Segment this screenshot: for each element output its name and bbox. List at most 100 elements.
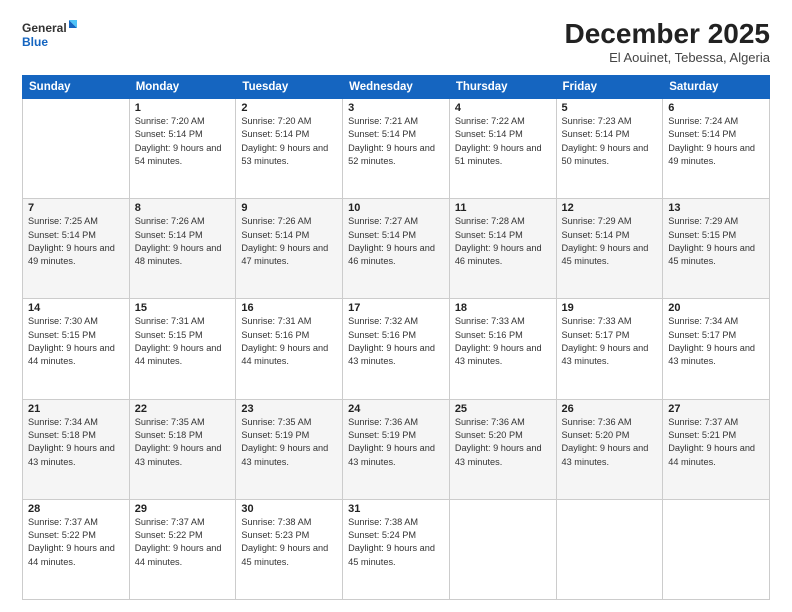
daylight-text: Daylight: 9 hours and 43 minutes. (135, 442, 231, 469)
daylight-text: Daylight: 9 hours and 43 minutes. (241, 442, 337, 469)
daylight-text: Daylight: 9 hours and 46 minutes. (455, 242, 551, 269)
cell-info: Sunrise: 7:31 AM Sunset: 5:15 PM Dayligh… (135, 315, 231, 368)
sunset-text: Sunset: 5:14 PM (668, 128, 764, 141)
table-row: 29 Sunrise: 7:37 AM Sunset: 5:22 PM Dayl… (129, 499, 236, 599)
sunrise-text: Sunrise: 7:26 AM (135, 215, 231, 228)
table-row (449, 499, 556, 599)
cell-info: Sunrise: 7:35 AM Sunset: 5:18 PM Dayligh… (135, 416, 231, 469)
daylight-text: Daylight: 9 hours and 49 minutes. (28, 242, 124, 269)
sunset-text: Sunset: 5:14 PM (455, 229, 551, 242)
sunset-text: Sunset: 5:16 PM (455, 329, 551, 342)
sunset-text: Sunset: 5:20 PM (455, 429, 551, 442)
col-saturday: Saturday (663, 76, 770, 99)
daylight-text: Daylight: 9 hours and 47 minutes. (241, 242, 337, 269)
day-number: 13 (668, 202, 764, 214)
day-number: 31 (348, 503, 444, 515)
table-row: 22 Sunrise: 7:35 AM Sunset: 5:18 PM Dayl… (129, 399, 236, 499)
day-number: 21 (28, 403, 124, 415)
sunset-text: Sunset: 5:14 PM (562, 229, 658, 242)
cell-info: Sunrise: 7:26 AM Sunset: 5:14 PM Dayligh… (241, 215, 337, 268)
svg-text:Blue: Blue (22, 35, 48, 49)
sunrise-text: Sunrise: 7:21 AM (348, 115, 444, 128)
day-number: 10 (348, 202, 444, 214)
table-row: 16 Sunrise: 7:31 AM Sunset: 5:16 PM Dayl… (236, 299, 343, 399)
cell-info: Sunrise: 7:25 AM Sunset: 5:14 PM Dayligh… (28, 215, 124, 268)
sunrise-text: Sunrise: 7:20 AM (135, 115, 231, 128)
calendar-table: Sunday Monday Tuesday Wednesday Thursday… (22, 75, 770, 600)
table-row: 3 Sunrise: 7:21 AM Sunset: 5:14 PM Dayli… (343, 99, 450, 199)
daylight-text: Daylight: 9 hours and 52 minutes. (348, 142, 444, 169)
sunrise-text: Sunrise: 7:35 AM (135, 416, 231, 429)
sunset-text: Sunset: 5:14 PM (135, 128, 231, 141)
table-row: 1 Sunrise: 7:20 AM Sunset: 5:14 PM Dayli… (129, 99, 236, 199)
day-number: 20 (668, 302, 764, 314)
cell-info: Sunrise: 7:37 AM Sunset: 5:22 PM Dayligh… (135, 516, 231, 569)
sunrise-text: Sunrise: 7:20 AM (241, 115, 337, 128)
calendar-week-row: 1 Sunrise: 7:20 AM Sunset: 5:14 PM Dayli… (23, 99, 770, 199)
cell-info: Sunrise: 7:24 AM Sunset: 5:14 PM Dayligh… (668, 115, 764, 168)
table-row: 5 Sunrise: 7:23 AM Sunset: 5:14 PM Dayli… (556, 99, 663, 199)
day-number: 26 (562, 403, 658, 415)
table-row: 23 Sunrise: 7:35 AM Sunset: 5:19 PM Dayl… (236, 399, 343, 499)
daylight-text: Daylight: 9 hours and 44 minutes. (135, 542, 231, 569)
table-row: 6 Sunrise: 7:24 AM Sunset: 5:14 PM Dayli… (663, 99, 770, 199)
daylight-text: Daylight: 9 hours and 43 minutes. (348, 442, 444, 469)
cell-info: Sunrise: 7:32 AM Sunset: 5:16 PM Dayligh… (348, 315, 444, 368)
sunrise-text: Sunrise: 7:24 AM (668, 115, 764, 128)
cell-info: Sunrise: 7:37 AM Sunset: 5:21 PM Dayligh… (668, 416, 764, 469)
sunset-text: Sunset: 5:14 PM (241, 128, 337, 141)
sunset-text: Sunset: 5:22 PM (135, 529, 231, 542)
sunset-text: Sunset: 5:14 PM (348, 229, 444, 242)
daylight-text: Daylight: 9 hours and 44 minutes. (28, 542, 124, 569)
calendar-week-row: 14 Sunrise: 7:30 AM Sunset: 5:15 PM Dayl… (23, 299, 770, 399)
sunset-text: Sunset: 5:21 PM (668, 429, 764, 442)
sunrise-text: Sunrise: 7:36 AM (455, 416, 551, 429)
table-row: 17 Sunrise: 7:32 AM Sunset: 5:16 PM Dayl… (343, 299, 450, 399)
day-number: 18 (455, 302, 551, 314)
title-block: December 2025 El Aouinet, Tebessa, Alger… (565, 18, 770, 65)
sunrise-text: Sunrise: 7:33 AM (455, 315, 551, 328)
sunset-text: Sunset: 5:14 PM (348, 128, 444, 141)
table-row: 4 Sunrise: 7:22 AM Sunset: 5:14 PM Dayli… (449, 99, 556, 199)
cell-info: Sunrise: 7:31 AM Sunset: 5:16 PM Dayligh… (241, 315, 337, 368)
table-row: 9 Sunrise: 7:26 AM Sunset: 5:14 PM Dayli… (236, 199, 343, 299)
daylight-text: Daylight: 9 hours and 48 minutes. (135, 242, 231, 269)
sunrise-text: Sunrise: 7:31 AM (241, 315, 337, 328)
day-number: 25 (455, 403, 551, 415)
sunset-text: Sunset: 5:19 PM (241, 429, 337, 442)
sunset-text: Sunset: 5:14 PM (28, 229, 124, 242)
table-row: 26 Sunrise: 7:36 AM Sunset: 5:20 PM Dayl… (556, 399, 663, 499)
sunrise-text: Sunrise: 7:36 AM (348, 416, 444, 429)
cell-info: Sunrise: 7:36 AM Sunset: 5:20 PM Dayligh… (562, 416, 658, 469)
sunset-text: Sunset: 5:19 PM (348, 429, 444, 442)
sunrise-text: Sunrise: 7:34 AM (28, 416, 124, 429)
daylight-text: Daylight: 9 hours and 53 minutes. (241, 142, 337, 169)
daylight-text: Daylight: 9 hours and 43 minutes. (455, 442, 551, 469)
sunset-text: Sunset: 5:14 PM (241, 229, 337, 242)
table-row (663, 499, 770, 599)
col-wednesday: Wednesday (343, 76, 450, 99)
daylight-text: Daylight: 9 hours and 43 minutes. (455, 342, 551, 369)
cell-info: Sunrise: 7:36 AM Sunset: 5:20 PM Dayligh… (455, 416, 551, 469)
main-title: December 2025 (565, 18, 770, 50)
cell-info: Sunrise: 7:33 AM Sunset: 5:16 PM Dayligh… (455, 315, 551, 368)
table-row: 12 Sunrise: 7:29 AM Sunset: 5:14 PM Dayl… (556, 199, 663, 299)
table-row: 18 Sunrise: 7:33 AM Sunset: 5:16 PM Dayl… (449, 299, 556, 399)
daylight-text: Daylight: 9 hours and 51 minutes. (455, 142, 551, 169)
col-tuesday: Tuesday (236, 76, 343, 99)
day-number: 30 (241, 503, 337, 515)
sunrise-text: Sunrise: 7:32 AM (348, 315, 444, 328)
cell-info: Sunrise: 7:38 AM Sunset: 5:23 PM Dayligh… (241, 516, 337, 569)
cell-info: Sunrise: 7:34 AM Sunset: 5:18 PM Dayligh… (28, 416, 124, 469)
table-row: 19 Sunrise: 7:33 AM Sunset: 5:17 PM Dayl… (556, 299, 663, 399)
daylight-text: Daylight: 9 hours and 45 minutes. (668, 242, 764, 269)
table-row (556, 499, 663, 599)
table-row: 14 Sunrise: 7:30 AM Sunset: 5:15 PM Dayl… (23, 299, 130, 399)
cell-info: Sunrise: 7:29 AM Sunset: 5:15 PM Dayligh… (668, 215, 764, 268)
daylight-text: Daylight: 9 hours and 43 minutes. (562, 342, 658, 369)
day-number: 12 (562, 202, 658, 214)
subtitle: El Aouinet, Tebessa, Algeria (565, 50, 770, 65)
sunset-text: Sunset: 5:14 PM (455, 128, 551, 141)
sunrise-text: Sunrise: 7:23 AM (562, 115, 658, 128)
daylight-text: Daylight: 9 hours and 45 minutes. (241, 542, 337, 569)
